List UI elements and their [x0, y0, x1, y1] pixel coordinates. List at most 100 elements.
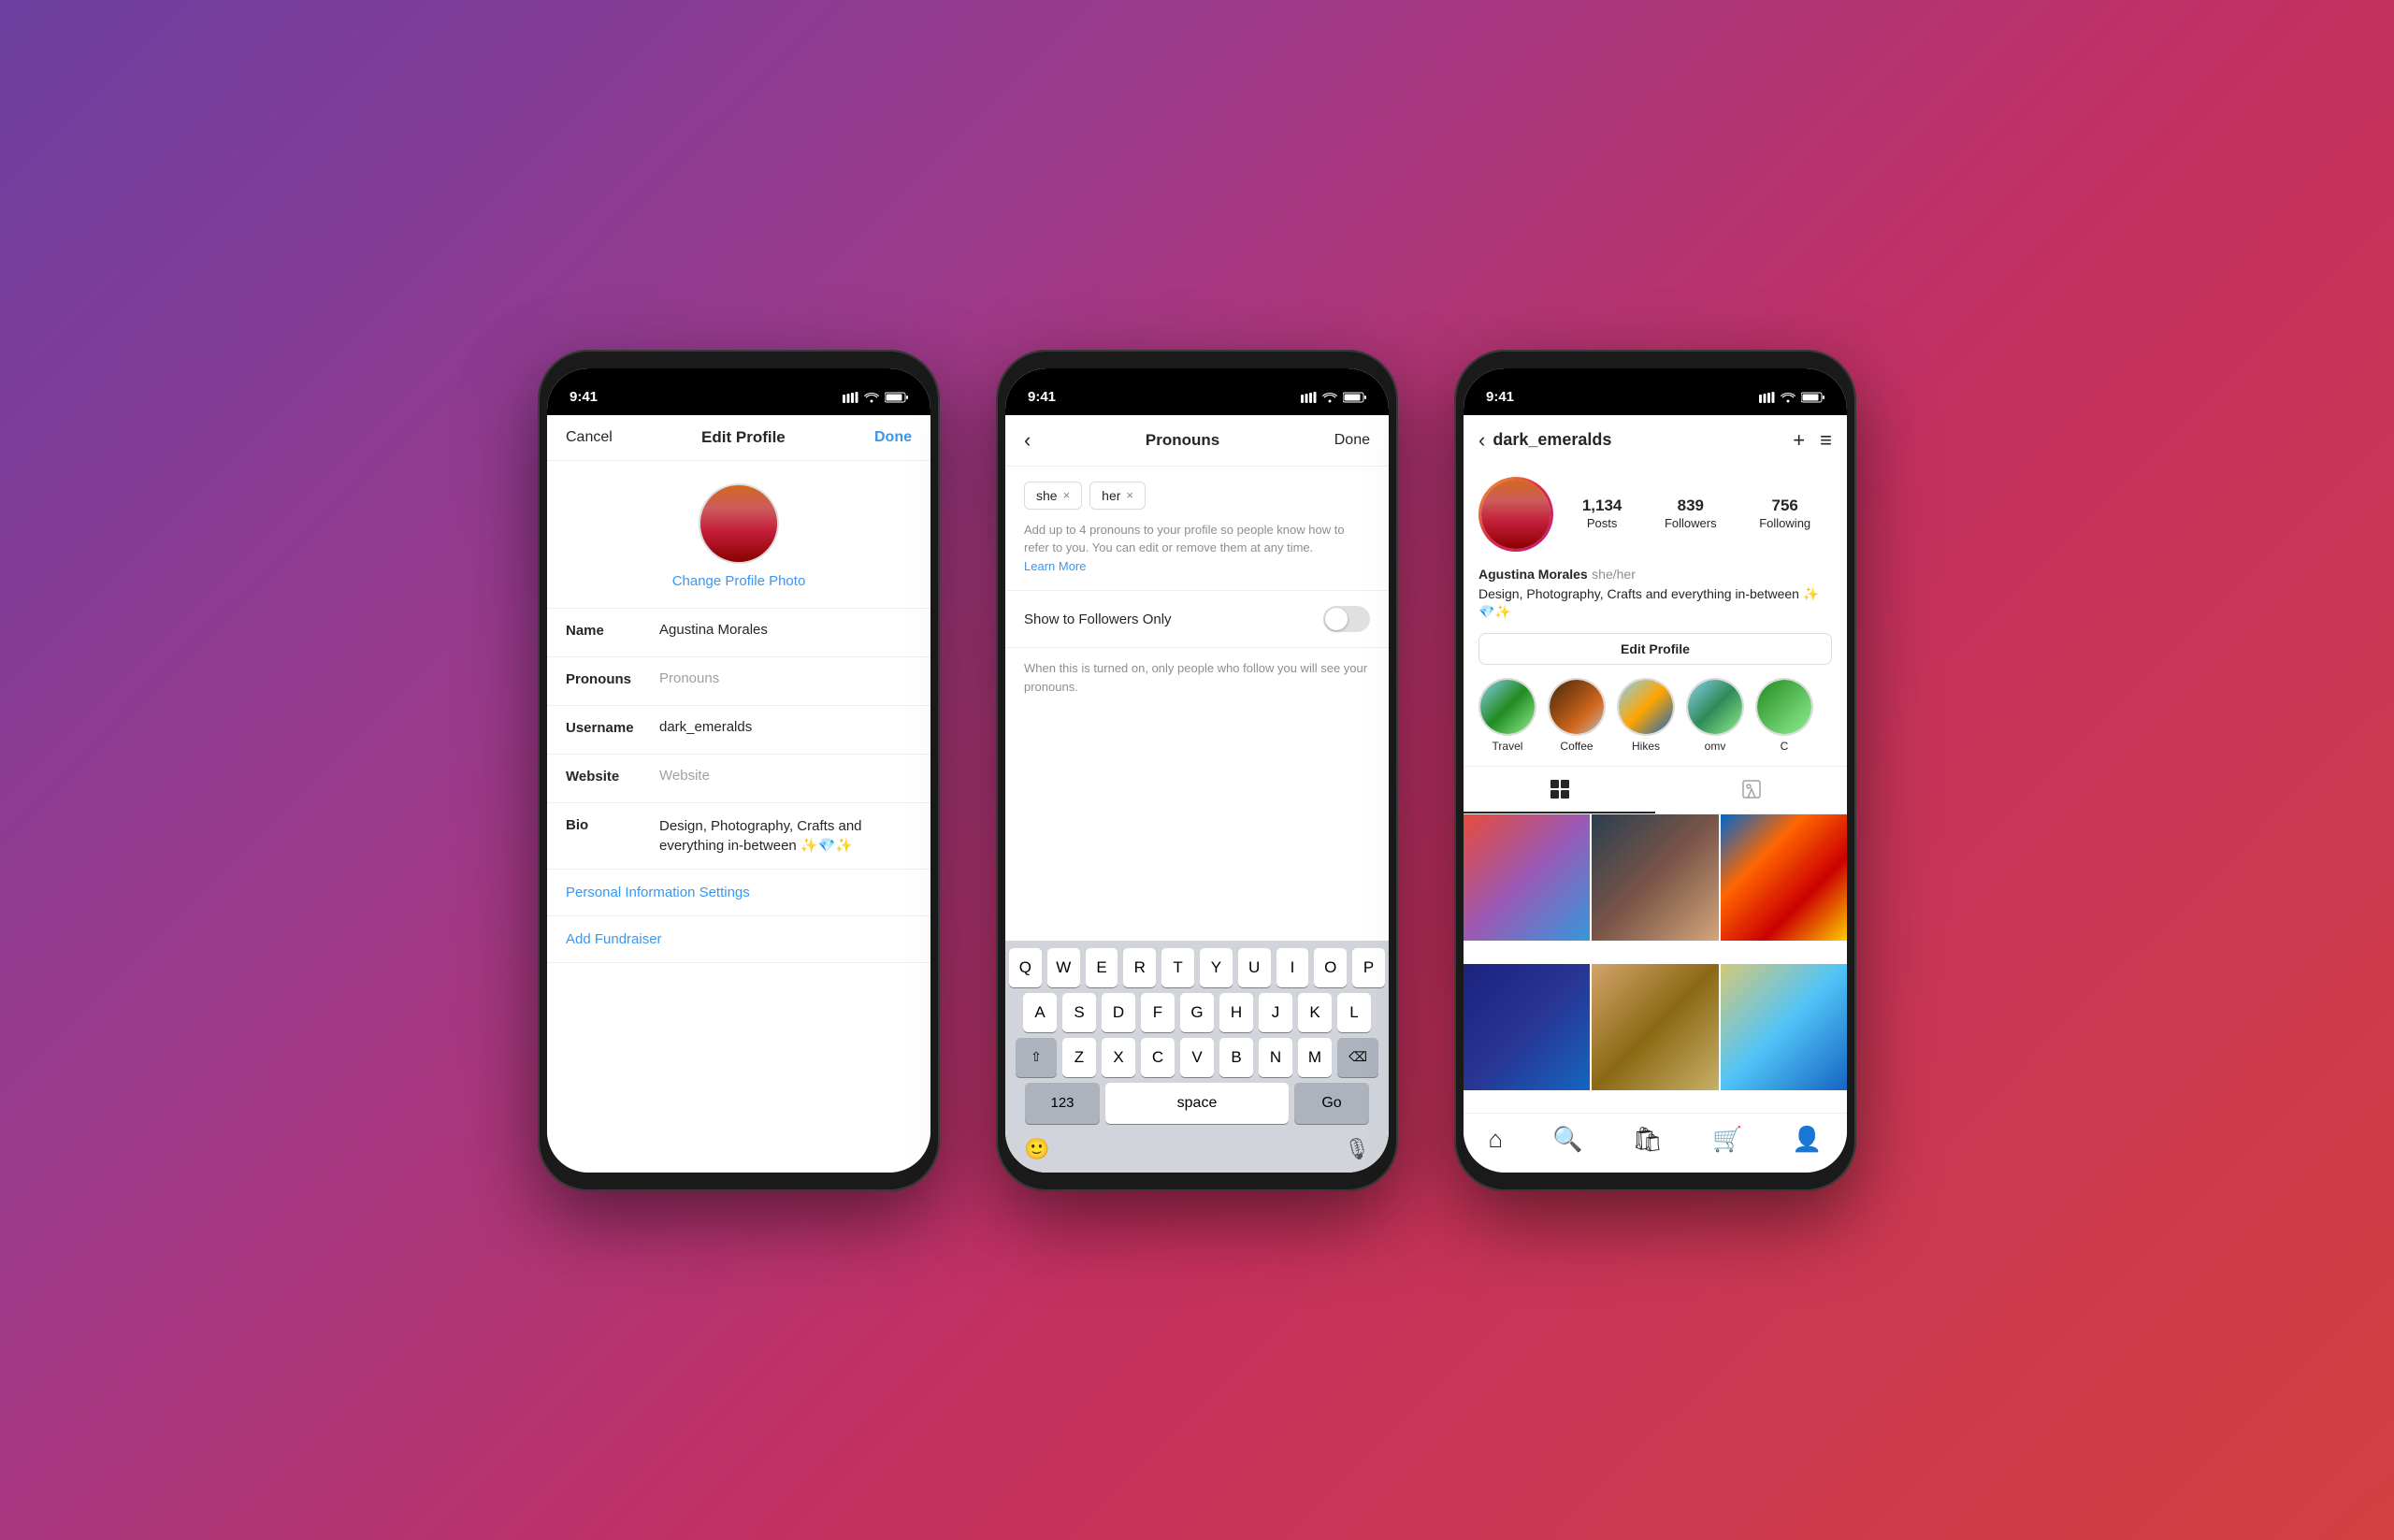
profile-photo-section: Change Profile Photo	[547, 461, 930, 609]
key-w[interactable]: W	[1047, 948, 1080, 987]
key-h[interactable]: H	[1219, 993, 1253, 1032]
learn-more-link[interactable]: Learn More	[1024, 559, 1086, 573]
key-z[interactable]: Z	[1062, 1038, 1096, 1077]
done-button-edit[interactable]: Done	[874, 429, 912, 446]
highlight-more-label: C	[1781, 740, 1789, 753]
done-button-pronouns[interactable]: Done	[1334, 432, 1370, 449]
shop-icon[interactable]: 🛍	[1632, 1125, 1663, 1154]
highlight-hikes-label: Hikes	[1632, 740, 1660, 753]
back-button-pronouns[interactable]: ‹	[1024, 428, 1031, 453]
posts-label: Posts	[1587, 516, 1618, 530]
search-nav-icon[interactable]: 🔍	[1552, 1125, 1582, 1154]
grid-photo-2[interactable]	[1592, 814, 1718, 941]
key-o[interactable]: O	[1314, 948, 1347, 987]
key-u[interactable]: U	[1238, 948, 1271, 987]
stat-followers[interactable]: 839 Followers	[1665, 497, 1717, 532]
cancel-button[interactable]: Cancel	[566, 429, 613, 446]
posts-count: 1,134	[1582, 497, 1622, 515]
key-m[interactable]: M	[1298, 1038, 1332, 1077]
pronoun-she-label: she	[1036, 488, 1058, 503]
edit-profile-button[interactable]: Edit Profile	[1478, 633, 1832, 665]
highlight-travel[interactable]: Travel	[1478, 678, 1536, 753]
key-space[interactable]: space	[1105, 1083, 1289, 1124]
bag-icon[interactable]: 🛒	[1712, 1125, 1742, 1154]
back-button-profile[interactable]: ‹	[1478, 428, 1485, 453]
stat-posts[interactable]: 1,134 Posts	[1582, 497, 1622, 532]
highlight-hikes[interactable]: Hikes	[1617, 678, 1675, 753]
grid-photo-1[interactable]	[1464, 814, 1590, 941]
key-a[interactable]: A	[1023, 993, 1057, 1032]
key-q[interactable]: Q	[1009, 948, 1042, 987]
bio-name: Agustina Morales	[1478, 567, 1588, 582]
highlight-coffee[interactable]: Coffee	[1548, 678, 1606, 753]
key-d[interactable]: D	[1102, 993, 1135, 1032]
menu-icon[interactable]: ≡	[1820, 428, 1832, 453]
pronoun-tag-her: her ×	[1089, 482, 1146, 510]
grid-photo-6[interactable]	[1721, 964, 1847, 1090]
bottom-nav: ⌂ 🔍 🛍 🛒 👤	[1464, 1113, 1847, 1173]
keyboard: Q W E R T Y U I O P A S D F G H	[1005, 941, 1389, 1173]
grid-photo-5[interactable]	[1592, 964, 1718, 1090]
field-value-name[interactable]: Agustina Morales	[659, 622, 912, 638]
grid-photo-3[interactable]	[1721, 814, 1847, 941]
mic-icon[interactable]: 🎙	[1344, 1137, 1370, 1161]
highlight-more[interactable]: C	[1755, 678, 1813, 753]
pronouns-nav: ‹ Pronouns Done	[1005, 415, 1389, 467]
key-shift[interactable]: ⇧	[1016, 1038, 1057, 1077]
key-y[interactable]: Y	[1200, 948, 1233, 987]
add-fundraiser-link[interactable]: Add Fundraiser	[547, 916, 930, 963]
key-f[interactable]: F	[1141, 993, 1175, 1032]
home-icon[interactable]: ⌂	[1488, 1125, 1503, 1154]
toggle-sub-text: When this is turned on, only people who …	[1005, 648, 1389, 707]
followers-only-toggle-row: Show to Followers Only	[1005, 591, 1389, 648]
pronoun-her-label: her	[1102, 488, 1120, 503]
profile-icon[interactable]: 👤	[1792, 1125, 1822, 1154]
key-numbers[interactable]: 123	[1025, 1083, 1100, 1124]
key-backspace[interactable]: ⌫	[1337, 1038, 1378, 1077]
bio-pronouns: she/her	[1592, 567, 1636, 582]
status-time-2: 9:41	[1028, 389, 1056, 405]
keyboard-row-3: ⇧ Z X C V B N M ⌫	[1009, 1038, 1385, 1077]
key-e[interactable]: E	[1086, 948, 1118, 987]
key-n[interactable]: N	[1259, 1038, 1292, 1077]
profile-tabs	[1464, 766, 1847, 814]
key-c[interactable]: C	[1141, 1038, 1175, 1077]
highlight-omv[interactable]: omv	[1686, 678, 1744, 753]
edit-profile-btn-wrapper: Edit Profile	[1478, 633, 1832, 665]
main-avatar[interactable]	[1478, 477, 1553, 552]
change-profile-photo[interactable]: Change Profile Photo	[672, 573, 806, 589]
stat-following[interactable]: 756 Following	[1759, 497, 1810, 532]
following-label: Following	[1759, 516, 1810, 530]
profile-bio: Agustina Morales she/her Design, Photogr…	[1464, 563, 1847, 633]
personal-info-settings-link[interactable]: Personal Information Settings	[547, 870, 930, 916]
field-pronouns[interactable]: Pronouns Pronouns	[547, 657, 930, 706]
key-r[interactable]: R	[1123, 948, 1156, 987]
key-s[interactable]: S	[1062, 993, 1096, 1032]
key-go[interactable]: Go	[1294, 1083, 1369, 1124]
grid-photo-4[interactable]	[1464, 964, 1590, 1090]
key-x[interactable]: X	[1102, 1038, 1135, 1077]
edit-fields: Name Agustina Morales Pronouns Pronouns …	[547, 609, 930, 1173]
avatar[interactable]	[699, 483, 779, 564]
tab-tagged[interactable]	[1655, 767, 1847, 813]
key-i[interactable]: I	[1276, 948, 1309, 987]
field-value-username[interactable]: dark_emeralds	[659, 719, 912, 735]
tab-grid[interactable]	[1464, 767, 1655, 813]
pronoun-her-remove[interactable]: ×	[1126, 488, 1133, 502]
key-j[interactable]: J	[1259, 993, 1292, 1032]
key-g[interactable]: G	[1180, 993, 1214, 1032]
key-b[interactable]: B	[1219, 1038, 1253, 1077]
followers-only-toggle[interactable]	[1323, 606, 1370, 632]
field-website[interactable]: Website Website	[547, 755, 930, 803]
add-icon[interactable]: +	[1793, 428, 1805, 453]
keyboard-bottom-row: 123 space Go	[1009, 1083, 1385, 1124]
field-placeholder-website: Website	[659, 768, 710, 784]
emoji-icon[interactable]: 🙂	[1024, 1137, 1049, 1161]
key-t[interactable]: T	[1161, 948, 1194, 987]
key-v[interactable]: V	[1180, 1038, 1214, 1077]
key-p[interactable]: P	[1352, 948, 1385, 987]
field-value-bio[interactable]: Design, Photography, Crafts and everythi…	[659, 816, 912, 856]
pronoun-she-remove[interactable]: ×	[1063, 488, 1071, 502]
key-l[interactable]: L	[1337, 993, 1371, 1032]
key-k[interactable]: K	[1298, 993, 1332, 1032]
